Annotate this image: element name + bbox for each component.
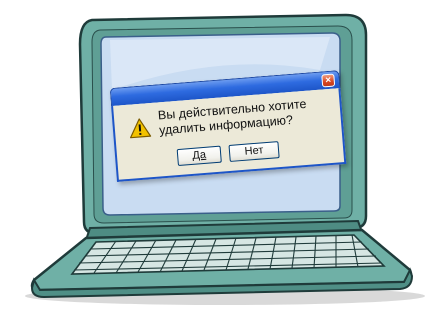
- close-icon: ×: [324, 74, 332, 87]
- laptop-illustration: × Вы действительно хотите удалить информ…: [0, 0, 448, 311]
- yes-button[interactable]: Да: [176, 145, 222, 167]
- yes-button-label: Да: [191, 148, 207, 162]
- warning-icon: [130, 118, 152, 139]
- close-button[interactable]: ×: [321, 73, 336, 88]
- confirm-delete-dialog: × Вы действительно хотите удалить информ…: [109, 70, 347, 182]
- dialog-message: Вы действительно хотите удалить информац…: [157, 95, 329, 138]
- no-button[interactable]: Нет: [228, 141, 280, 162]
- no-button-label: Нет: [244, 144, 264, 158]
